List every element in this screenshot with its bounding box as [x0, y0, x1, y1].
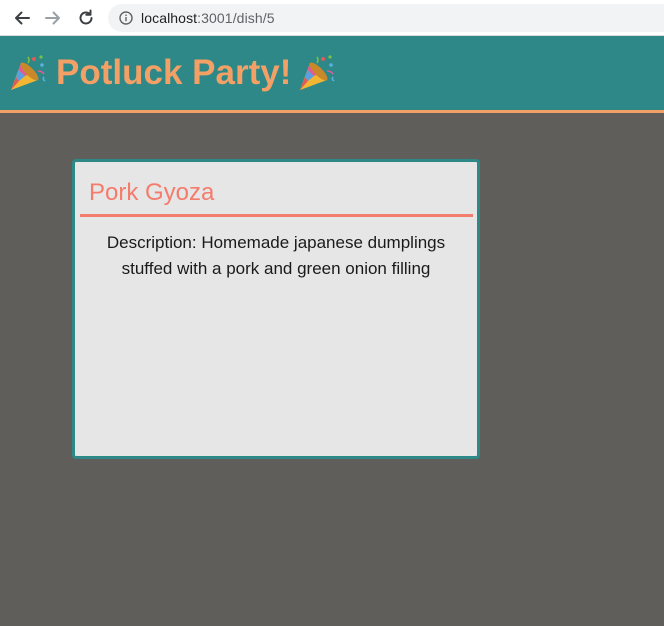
dish-description: Description: Homemade japanese dumplings…: [106, 233, 446, 278]
address-bar[interactable]: localhost:3001/dish/5: [108, 4, 664, 32]
dish-card: Pork Gyoza Description: Homemade japanes…: [72, 159, 480, 459]
party-popper-icon: [11, 55, 46, 90]
url-host: localhost: [141, 10, 198, 26]
reload-icon: [79, 9, 93, 25]
reload-button[interactable]: [75, 7, 97, 29]
dish-name: Pork Gyoza: [89, 179, 215, 206]
arrow-right-icon: [45, 11, 60, 25]
dish-divider: [80, 214, 473, 217]
app-title: Potluck Party!: [56, 53, 292, 92]
app-header: Potluck Party!: [0, 36, 664, 113]
url-text: localhost:3001/dish/5: [141, 10, 275, 26]
forward-button[interactable]: [42, 7, 64, 29]
back-button[interactable]: [11, 7, 33, 29]
browser-toolbar: localhost:3001/dish/5: [0, 0, 664, 36]
info-icon[interactable]: [119, 11, 133, 25]
arrow-left-icon: [15, 11, 30, 25]
url-path: :3001/dish/5: [197, 10, 275, 26]
party-popper-icon: [300, 55, 335, 90]
